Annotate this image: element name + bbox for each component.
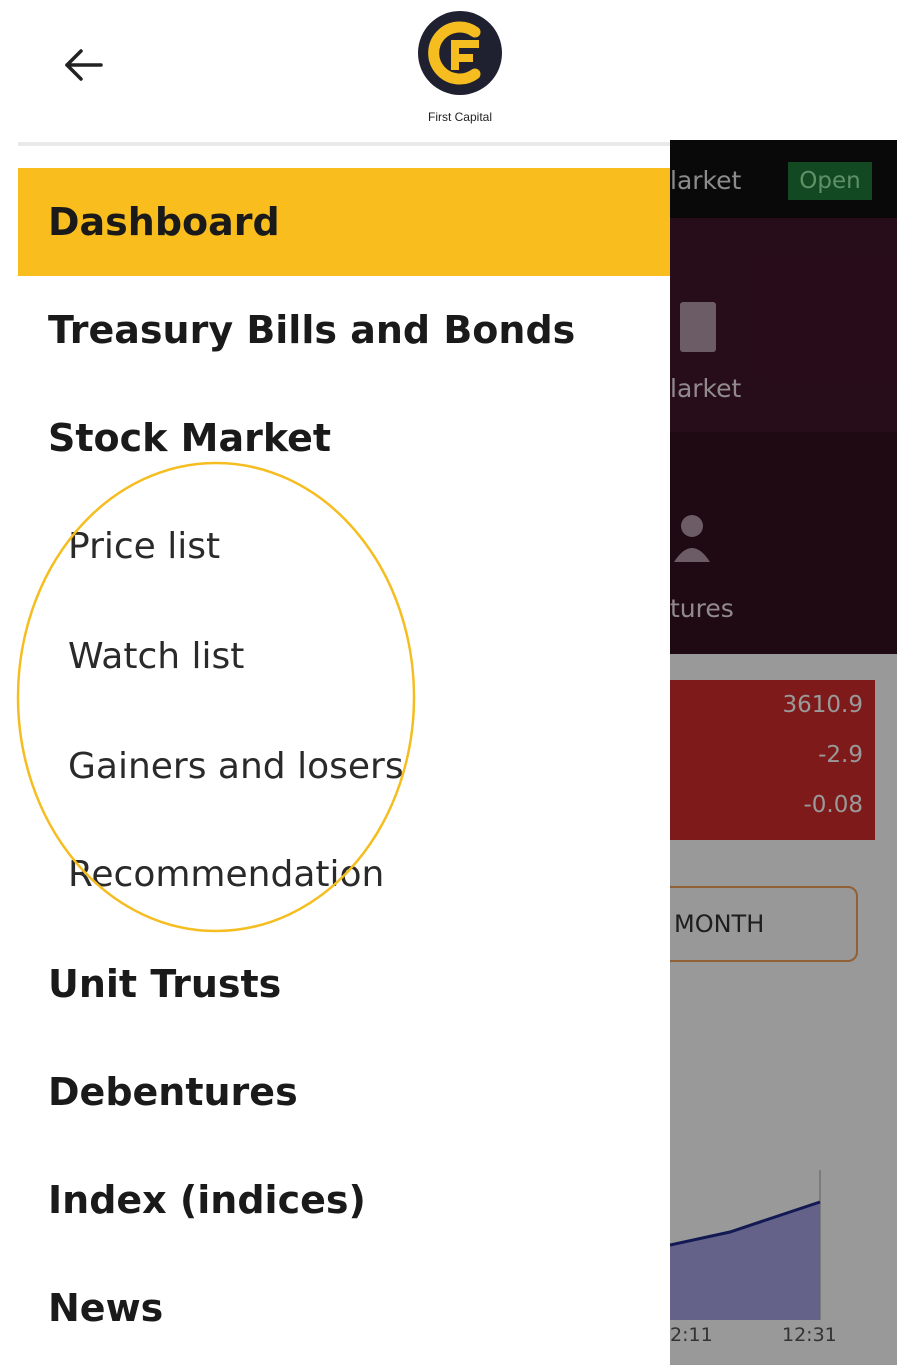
submenu-item-watch-list[interactable]: Watch list [18, 602, 670, 710]
app-header: First Capital [0, 0, 897, 140]
navigation-drawer: Dashboard Treasury Bills and Bonds Stock… [18, 146, 670, 1365]
submenu-item-price-list[interactable]: Price list [18, 492, 670, 600]
drawer-divider [18, 142, 670, 146]
menu-item-index-indices[interactable]: Index (indices) [18, 1146, 670, 1254]
first-capital-logo-mark [418, 11, 502, 95]
drawer-scrim[interactable] [670, 140, 897, 1365]
submenu-item-recommendation[interactable]: Recommendation [18, 820, 670, 928]
submenu-item-gainers-and-losers[interactable]: Gainers and losers [18, 712, 670, 820]
menu-item-news[interactable]: News [18, 1254, 670, 1362]
menu-item-dashboard[interactable]: Dashboard [18, 168, 670, 276]
menu-item-debentures[interactable]: Debentures [18, 1038, 670, 1146]
menu-item-stock-market[interactable]: Stock Market [18, 384, 670, 492]
menu-item-unit-trusts[interactable]: Unit Trusts [18, 930, 670, 1038]
menu-item-treasury-bills-and-bonds[interactable]: Treasury Bills and Bonds [18, 276, 670, 384]
arrow-left-icon [65, 49, 103, 81]
logo-caption: First Capital [427, 110, 492, 124]
back-button[interactable] [58, 40, 108, 90]
first-capital-logo: First Capital [405, 6, 515, 126]
